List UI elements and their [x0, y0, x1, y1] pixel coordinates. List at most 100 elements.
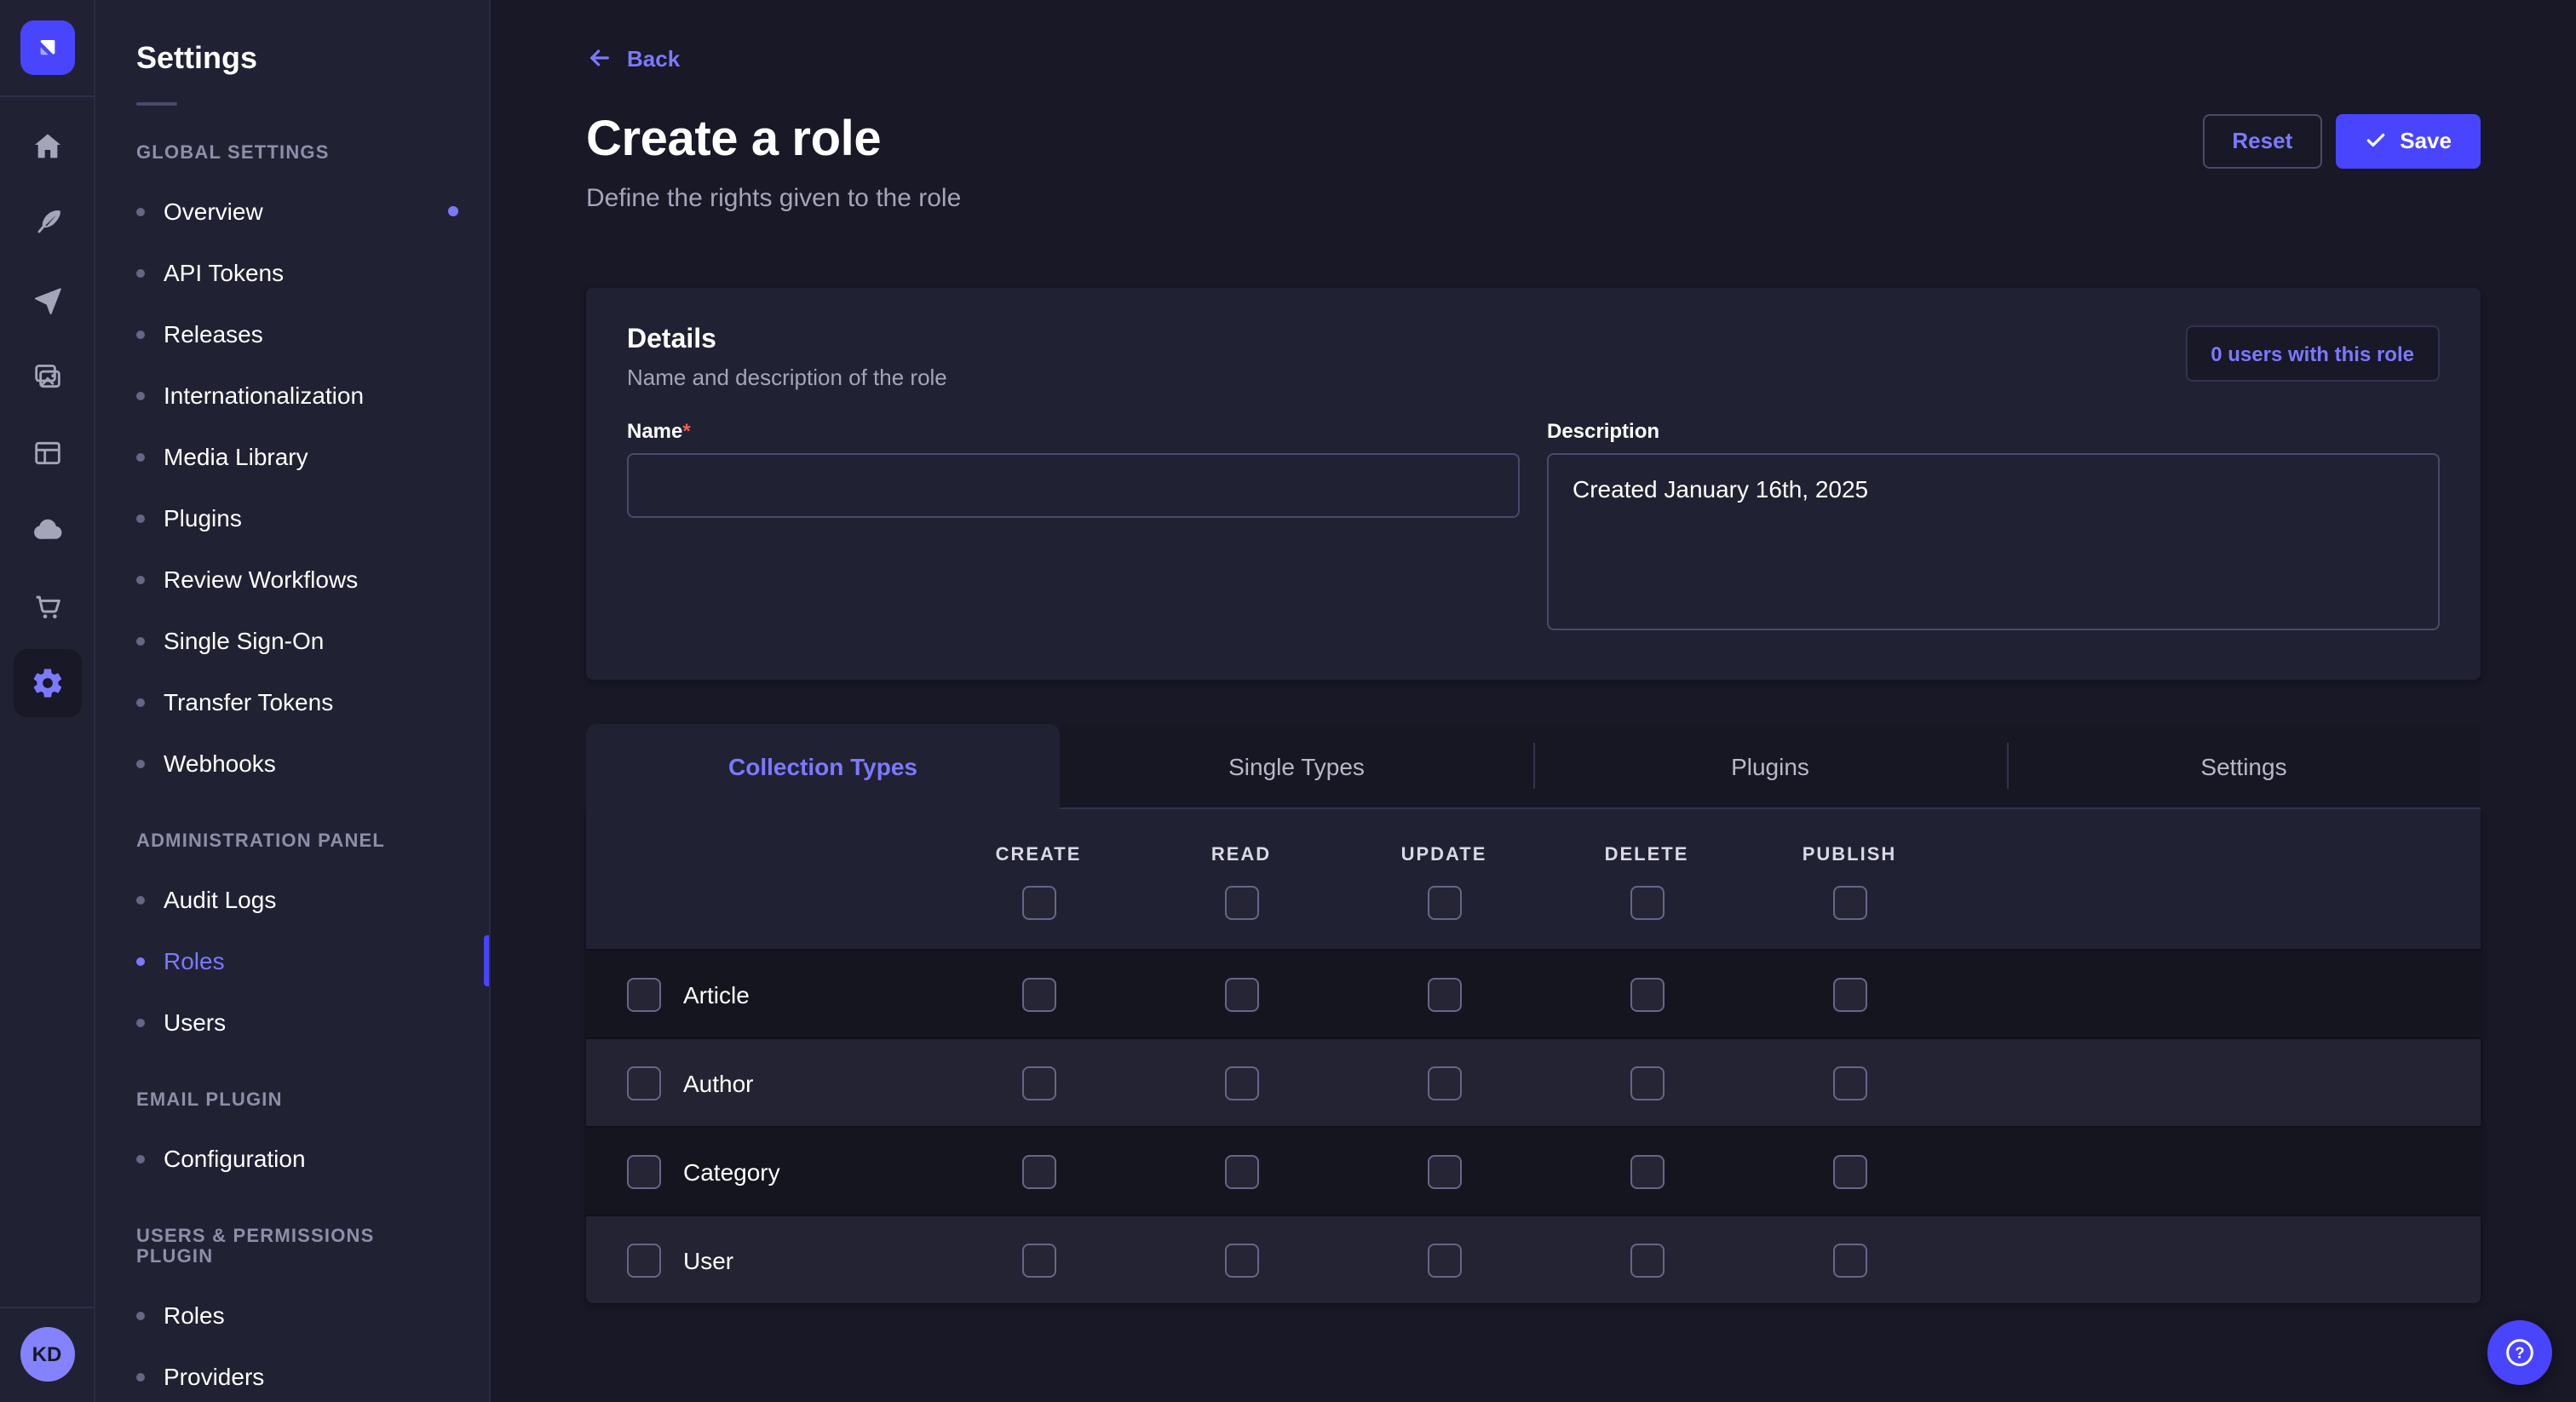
select-all-column-checkbox[interactable] — [1427, 886, 1461, 920]
select-all-column-checkbox[interactable] — [1630, 886, 1664, 920]
sidebar-item[interactable]: Internationalization — [95, 365, 489, 426]
permission-checkbox[interactable] — [1224, 977, 1258, 1011]
page-subtitle: Define the rights given to the role — [586, 184, 2481, 213]
perm-row: Category — [586, 1126, 2481, 1215]
help-button[interactable]: ? — [2487, 1320, 2552, 1385]
perm-cell — [1140, 977, 1343, 1011]
bullet-icon — [136, 452, 145, 461]
sidebar-item[interactable]: Configuration — [95, 1128, 489, 1189]
permission-checkbox[interactable] — [1021, 1154, 1055, 1188]
user-avatar[interactable]: KD — [20, 1327, 74, 1382]
sidebar-item-label: Webhooks — [164, 750, 276, 777]
perm-cell — [1545, 1066, 1748, 1100]
sidebar-item[interactable]: Releases — [95, 303, 489, 365]
permission-checkbox[interactable] — [1832, 1243, 1866, 1277]
permission-checkbox[interactable] — [1427, 977, 1461, 1011]
settings-gear-icon[interactable] — [13, 649, 81, 717]
permission-checkbox[interactable] — [1427, 1243, 1461, 1277]
permission-checkbox[interactable] — [1224, 1066, 1258, 1100]
sidebar-item[interactable]: Users — [95, 991, 489, 1053]
perm-column-label: Create — [996, 845, 1082, 865]
perm-column-header: Update — [1343, 845, 1545, 920]
sidebar-item[interactable]: Transfer Tokens — [95, 671, 489, 733]
permission-checkbox[interactable] — [1224, 1154, 1258, 1188]
sidebar-item[interactable]: Webhooks — [95, 733, 489, 794]
bullet-icon — [136, 207, 145, 215]
tab[interactable]: Single Types — [1060, 724, 1533, 809]
perm-cell — [1545, 977, 1748, 1011]
required-asterisk: * — [682, 419, 690, 443]
sidebar-section-label: ADMINISTRATION PANEL — [95, 831, 489, 852]
bullet-icon — [136, 698, 145, 706]
description-label: Description — [1547, 419, 2440, 443]
bullet-icon — [136, 895, 145, 904]
back-link[interactable]: Back — [586, 44, 680, 72]
home-icon[interactable] — [13, 112, 81, 181]
tab[interactable]: Settings — [2007, 724, 2481, 809]
select-row-checkbox[interactable] — [627, 1066, 661, 1100]
permission-checkbox[interactable] — [1630, 1066, 1664, 1100]
feather-pen-icon[interactable] — [13, 189, 81, 257]
tab-label: Plugins — [1731, 752, 1809, 779]
perm-row-label: User — [683, 1246, 733, 1273]
sidebar-item[interactable]: Review Workflows — [95, 549, 489, 610]
permission-checkbox[interactable] — [1630, 1154, 1664, 1188]
permission-checkbox[interactable] — [1021, 1066, 1055, 1100]
save-button[interactable]: Save — [2335, 113, 2481, 168]
layout-icon[interactable] — [13, 419, 81, 487]
cloud-icon[interactable] — [13, 496, 81, 564]
tab[interactable]: Plugins — [1533, 724, 2007, 809]
users-with-role-button[interactable]: 0 users with this role — [2185, 325, 2440, 382]
question-mark-icon: ? — [2503, 1336, 2537, 1370]
perm-cells — [937, 1154, 1951, 1188]
permission-checkbox[interactable] — [1021, 1243, 1055, 1277]
sidebar-item[interactable]: Roles — [95, 1284, 489, 1346]
sidebar-item[interactable]: Roles — [95, 930, 489, 991]
tabs: Collection Types Single Types Plugins Se… — [586, 724, 2481, 809]
permission-checkbox[interactable] — [1630, 1243, 1664, 1277]
details-title: Details — [627, 325, 947, 356]
role-name-input[interactable] — [627, 453, 1520, 518]
permission-checkbox[interactable] — [1832, 1066, 1866, 1100]
sidebar-item[interactable]: Providers — [95, 1346, 489, 1402]
permission-checkbox[interactable] — [1427, 1154, 1461, 1188]
select-all-column-checkbox[interactable] — [1832, 886, 1866, 920]
sidebar-item-label: Review Workflows — [164, 566, 358, 593]
sidebar-item[interactable]: Media Library — [95, 426, 489, 487]
select-all-column-checkbox[interactable] — [1224, 886, 1258, 920]
permission-checkbox[interactable] — [1021, 977, 1055, 1011]
permission-checkbox[interactable] — [1630, 977, 1664, 1011]
select-row-checkbox[interactable] — [627, 1243, 661, 1277]
sidebar-section-label: GLOBAL SETTINGS — [95, 143, 489, 164]
permission-checkbox[interactable] — [1427, 1066, 1461, 1100]
sidebar-item[interactable]: Overview — [95, 181, 489, 242]
perm-cell — [937, 977, 1140, 1011]
strapi-logo-icon[interactable] — [20, 20, 74, 75]
paper-plane-icon[interactable] — [13, 266, 81, 334]
select-all-column-checkbox[interactable] — [1021, 886, 1055, 920]
sidebar-item[interactable]: Single Sign-On — [95, 610, 489, 671]
sidebar-section-items: Roles Providers — [95, 1284, 489, 1402]
role-description-textarea[interactable]: Created January 16th, 2025 — [1547, 453, 2440, 630]
media-gallery-icon[interactable] — [13, 342, 81, 411]
perm-row: Author — [586, 1037, 2481, 1126]
permission-checkbox[interactable] — [1832, 1154, 1866, 1188]
sidebar-item-label: Audit Logs — [164, 886, 276, 913]
permission-checkbox[interactable] — [1224, 1243, 1258, 1277]
main-content: Back Create a role Reset Save Define the… — [491, 0, 2576, 1402]
bullet-icon — [136, 1311, 145, 1319]
select-row-checkbox[interactable] — [627, 977, 661, 1011]
sidebar-item-label: API Tokens — [164, 259, 284, 286]
details-header: Details Name and description of the role… — [627, 325, 2440, 390]
permission-checkbox[interactable] — [1832, 977, 1866, 1011]
tab[interactable]: Collection Types — [586, 724, 1060, 809]
sidebar-item-label: Single Sign-On — [164, 627, 324, 654]
sidebar-item[interactable]: API Tokens — [95, 242, 489, 303]
select-row-checkbox[interactable] — [627, 1154, 661, 1188]
sidebar-item[interactable]: Audit Logs — [95, 869, 489, 930]
sidebar-section-items: Audit Logs Roles Users — [95, 869, 489, 1053]
shopping-cart-icon[interactable] — [13, 572, 81, 641]
reset-button[interactable]: Reset — [2203, 113, 2321, 168]
sidebar-item[interactable]: Plugins — [95, 487, 489, 549]
sidebar-section: GLOBAL SETTINGS Overview API Tokens Rele… — [95, 143, 489, 794]
